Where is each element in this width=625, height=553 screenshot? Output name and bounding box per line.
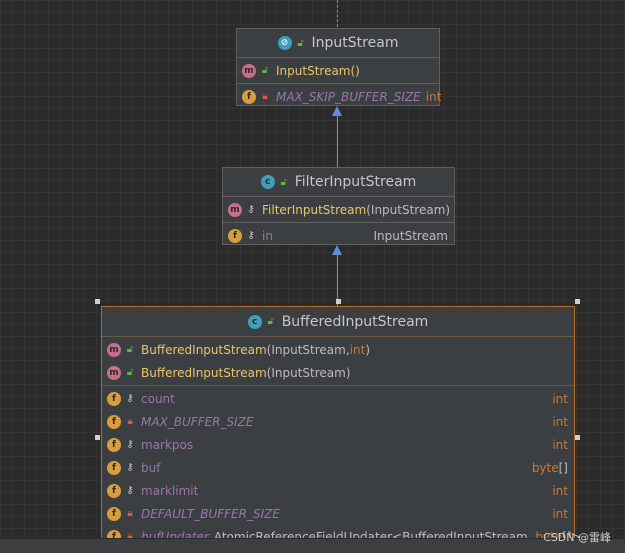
node-header: c 🔓︎ BufferedInputStream	[102, 307, 574, 337]
field-icon: f	[107, 391, 121, 406]
field-icon: f	[107, 483, 121, 498]
protected-key-icon: ⚷	[126, 462, 134, 473]
methods-section: m 🔓︎ InputStream()	[237, 58, 439, 84]
field-name: count	[141, 391, 175, 406]
fields-section: f ⚷ count int f 🔒︎ MAX_BUFFER_SIZE int f…	[102, 386, 582, 549]
field-type-suffix: []	[558, 460, 568, 475]
selection-handle[interactable]	[575, 299, 580, 304]
method-arg-keyword: int	[349, 342, 366, 357]
method-icon: m	[228, 202, 242, 217]
uml-node-input-stream[interactable]: ⊘ 🔓︎ InputStream m 🔓︎ InputStream() f 🔒︎…	[236, 28, 442, 108]
class-icon: c	[260, 175, 275, 189]
method-name: BufferedInputStream	[141, 342, 267, 357]
dependency-dashed-line	[337, 0, 338, 27]
field-type: int	[552, 437, 568, 452]
node-header: c 🔓︎ FilterInputStream	[223, 168, 454, 197]
field-row[interactable]: f ⚷ in InputStream	[223, 224, 454, 247]
private-lock-icon: 🔒︎	[127, 508, 133, 519]
method-args: (InputStream,	[266, 342, 350, 357]
field-row[interactable]: f 🔒︎ DEFAULT_BUFFER_SIZE int	[102, 502, 574, 525]
protected-key-icon: ⚷	[126, 393, 134, 404]
inheritance-edge	[337, 114, 338, 167]
method-args: (InputStream)	[366, 202, 451, 217]
field-row[interactable]: f 🔒︎ MAX_BUFFER_SIZE int	[102, 410, 574, 433]
protected-key-icon: ⚷	[126, 439, 134, 450]
node-header: ⊘ 🔓︎ InputStream	[237, 29, 439, 58]
field-icon: f	[107, 437, 121, 452]
field-name: MAX_BUFFER_SIZE	[141, 414, 254, 429]
selection-handle[interactable]	[95, 435, 100, 440]
public-visibility-icon: 🔓︎	[280, 176, 287, 188]
protected-key-icon: ⚷	[126, 485, 134, 496]
method-row[interactable]: m 🔓︎ BufferedInputStream (InputStream, in…	[102, 338, 574, 361]
selection-handle[interactable]	[336, 299, 341, 304]
watermark-text: CSDN @雷峰	[543, 531, 611, 544]
protected-key-icon: ⚷	[247, 204, 255, 215]
field-icon: f	[107, 460, 121, 475]
selection-handle[interactable]	[95, 299, 100, 304]
uml-node-buffered-input-stream[interactable]: c 🔓︎ BufferedInputStream m 🔓︎ BufferedIn…	[101, 306, 582, 549]
method-row[interactable]: m ⚷ FilterInputStream (InputStream)	[223, 198, 454, 221]
private-lock-icon: 🔒︎	[262, 91, 268, 102]
field-name: markpos	[141, 437, 194, 452]
field-type: InputStream	[373, 228, 449, 243]
public-visibility-icon: 🔓︎	[126, 344, 134, 355]
public-visibility-icon: 🔓︎	[261, 65, 269, 76]
horizontal-scrollbar[interactable]	[0, 538, 625, 553]
field-type: int	[552, 483, 568, 498]
method-name: FilterInputStream	[262, 202, 367, 217]
field-row[interactable]: f ⚷ buf byte[]	[102, 456, 574, 479]
method-name: InputStream()	[276, 63, 360, 78]
field-type: int	[552, 391, 568, 406]
field-type-keyword: byte	[531, 460, 559, 475]
field-icon: f	[228, 228, 242, 243]
private-lock-icon: 🔒︎	[127, 416, 133, 427]
method-icon: m	[107, 365, 121, 380]
static-field-icon: f	[107, 414, 121, 429]
class-title: FilterInputStream	[294, 174, 417, 190]
methods-section: m 🔓︎ BufferedInputStream (InputStream, in…	[102, 337, 574, 386]
static-field-icon: f	[107, 506, 121, 521]
method-row[interactable]: m 🔓︎ InputStream()	[237, 59, 439, 82]
selection-handle[interactable]	[575, 435, 580, 440]
methods-section: m ⚷ FilterInputStream (InputStream)	[223, 197, 454, 223]
field-row[interactable]: f 🔒︎ MAX_SKIP_BUFFER_SIZE int	[237, 85, 442, 108]
class-title: BufferedInputStream	[281, 313, 429, 330]
method-row[interactable]: m 🔓︎ BufferedInputStream (InputStream)	[102, 361, 574, 384]
field-name: DEFAULT_BUFFER_SIZE	[141, 506, 280, 521]
field-type: byte[]	[524, 461, 568, 475]
field-row[interactable]: f ⚷ count int	[102, 387, 574, 410]
field-row[interactable]: f ⚷ markpos int	[102, 433, 574, 456]
field-type: int	[552, 506, 568, 521]
field-name: marklimit	[141, 483, 199, 498]
method-args: (InputStream)	[266, 365, 351, 380]
field-type: int	[425, 89, 442, 104]
method-args-close: )	[365, 342, 370, 357]
public-visibility-icon: 🔓︎	[297, 37, 304, 49]
abstract-class-icon: ⊘	[277, 36, 292, 50]
method-name: BufferedInputStream	[141, 365, 267, 380]
field-name: in	[262, 228, 273, 243]
field-name: MAX_SKIP_BUFFER_SIZE	[276, 89, 421, 104]
public-visibility-icon: 🔓︎	[126, 367, 134, 378]
uml-node-filter-input-stream[interactable]: c 🔓︎ FilterInputStream m ⚷ FilterInputSt…	[222, 167, 455, 245]
field-type: int	[552, 414, 568, 429]
protected-key-icon: ⚷	[247, 230, 255, 241]
field-name: buf	[141, 460, 161, 475]
class-title: InputStream	[311, 35, 399, 51]
field-row[interactable]: f ⚷ marklimit int	[102, 479, 574, 502]
class-icon: c	[247, 314, 262, 329]
static-field-icon: f	[242, 89, 256, 104]
method-icon: m	[242, 63, 256, 78]
method-icon: m	[107, 342, 121, 357]
public-visibility-icon: 🔓︎	[267, 316, 274, 327]
